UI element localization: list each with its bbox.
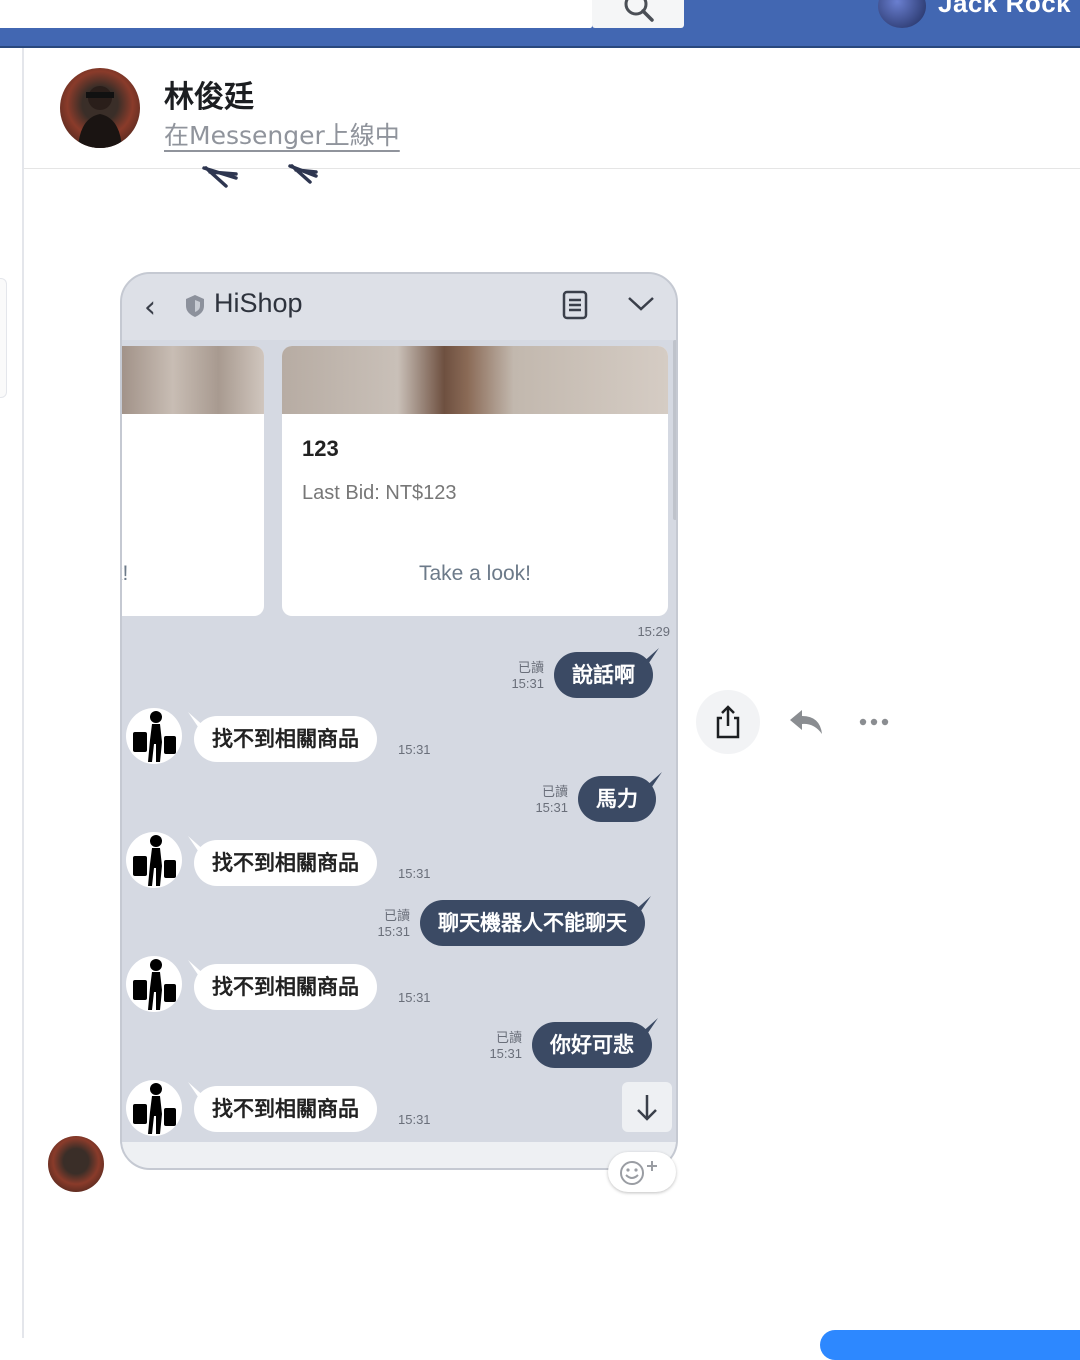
phone-input-bar [122, 1142, 676, 1168]
share-button[interactable] [696, 690, 760, 754]
message-time: 15:31 [535, 800, 568, 815]
document-icon [562, 290, 588, 320]
message-bubble-incoming: 找不到相關商品 [194, 1086, 377, 1132]
message-bubble-outgoing: 你好可悲 [532, 1022, 652, 1068]
user-name[interactable]: Jack Rock [938, 0, 1071, 19]
bot-avatar [126, 708, 182, 764]
message-time: 15:31 [398, 742, 431, 757]
conversation-header: 林俊廷 在Messenger上線中 [24, 48, 1080, 169]
add-reaction-button[interactable] [608, 1152, 676, 1192]
read-label: 已讀 [495, 1030, 522, 1045]
bot-avatar [126, 832, 182, 888]
product-card: k! [122, 346, 264, 616]
read-receipt: 已讀 15:31 [470, 1030, 522, 1062]
card-link: k! [122, 562, 129, 585]
read-receipt: 已讀 15:31 [358, 908, 410, 940]
card-title: 123 [302, 436, 339, 461]
read-label: 已讀 [517, 660, 544, 675]
message-time: 15:31 [511, 676, 544, 691]
avatar-photo [78, 86, 122, 148]
reply-icon[interactable] [788, 708, 824, 736]
read-receipt: 已讀 15:31 [492, 660, 544, 692]
shared-image[interactable]: ‹ HiShop k! 123 Last Bid: NT$123 Take a … [120, 272, 678, 1170]
search-input[interactable] [0, 0, 592, 28]
card-link: Take a look! [418, 562, 532, 585]
search-button[interactable] [592, 0, 684, 28]
read-receipt: 已讀 15:31 [516, 784, 568, 816]
composer-edge [820, 1330, 1080, 1360]
bot-avatar [126, 956, 182, 1012]
message-bubble-outgoing: 說話啊 [554, 652, 653, 698]
contact-avatar[interactable] [60, 68, 140, 148]
phone-app-title: HiShop [214, 288, 303, 318]
share-icon [716, 705, 740, 739]
message-bubble-outgoing: 馬力 [578, 776, 656, 822]
message-time: 15:31 [377, 924, 410, 939]
message-bubble-incoming: 找不到相關商品 [194, 964, 377, 1010]
user-avatar[interactable] [878, 0, 926, 28]
read-label: 已讀 [541, 784, 568, 799]
sender-avatar[interactable] [48, 1136, 104, 1192]
phone-scrollbar [673, 340, 676, 520]
message-time: 15:31 [398, 1112, 431, 1127]
shopper-icon [133, 959, 176, 1010]
product-card: 123 Last Bid: NT$123 Take a look! [282, 346, 668, 616]
contact-name[interactable]: 林俊廷 [164, 72, 254, 116]
message-bubble-incoming: 找不到相關商品 [194, 840, 377, 886]
shopper-icon [133, 835, 176, 886]
phone-header: ‹ HiShop [122, 274, 676, 340]
shopper-icon [133, 1083, 176, 1134]
shield-icon [186, 295, 204, 317]
contact-status[interactable]: 在Messenger上線中 [164, 116, 400, 152]
left-panel-edge [0, 278, 7, 398]
card-timestamp: 15:29 [637, 624, 670, 639]
message-time: 15:31 [489, 1046, 522, 1061]
message-time: 15:31 [398, 990, 431, 1005]
left-divider [22, 48, 24, 1338]
more-icon[interactable] [858, 716, 890, 728]
search-icon [624, 0, 654, 22]
product-image [282, 346, 668, 414]
message-time: 15:31 [398, 866, 431, 881]
card-subtitle: Last Bid: NT$123 [302, 482, 457, 504]
bot-avatar [126, 1080, 182, 1136]
product-image [122, 346, 264, 414]
top-bar: Jack Rock [0, 0, 1080, 48]
emoji-add-icon [620, 1161, 657, 1185]
partial-image-fragment [202, 164, 318, 188]
message-bubble-outgoing: 聊天機器人不能聊天 [420, 900, 645, 946]
shopper-icon [133, 711, 176, 762]
arrow-down-icon [637, 1095, 657, 1121]
chevron-down-icon [628, 297, 654, 311]
message-bubble-incoming: 找不到相關商品 [194, 716, 377, 762]
back-arrow-icon: ‹ [144, 290, 156, 325]
scroll-down-button [622, 1082, 672, 1132]
read-label: 已讀 [383, 908, 410, 923]
